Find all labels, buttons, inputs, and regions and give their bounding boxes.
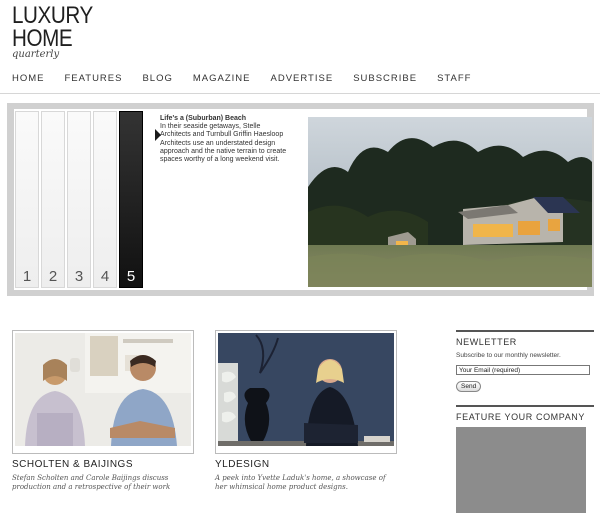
main-nav: HOME FEATURES BLOG MAGAZINE ADVERTISE SU… (12, 73, 491, 84)
card-title[interactable]: SCHOLTEN & BAIJINGS (12, 459, 194, 470)
card-photo[interactable] (215, 330, 397, 454)
feature-company-ad[interactable] (456, 427, 586, 513)
feature-card-yldesign: YLDESIGN A peek into Yvette Laduk's home… (215, 330, 397, 492)
beach-house-photo (308, 117, 592, 287)
slider-tab-2[interactable]: 2 (41, 111, 65, 288)
slider-tab-5-active[interactable]: 5 (119, 111, 143, 288)
scholten-baijings-photo (15, 333, 191, 446)
slider-tab-number: 4 (100, 268, 110, 285)
send-button[interactable]: Send (456, 381, 482, 392)
feature-card-scholten: SCHOLTEN & BAIJINGS Stefan Scholten and … (12, 330, 194, 492)
nav-advertise[interactable]: ADVERTISE (271, 73, 334, 84)
logo-line-2: HOME (12, 25, 73, 52)
slide-description: In their seaside getaways, Stelle Archit… (160, 123, 287, 164)
section-rule (456, 330, 594, 332)
yldesign-photo (218, 333, 394, 446)
slider-tab-number: 3 (74, 268, 84, 285)
nav-subscribe[interactable]: SUBSCRIBE (353, 73, 417, 84)
nav-magazine[interactable]: MAGAZINE (193, 73, 251, 84)
slider-tab-1[interactable]: 1 (15, 111, 39, 288)
nav-staff[interactable]: STAFF (437, 73, 471, 84)
slider-tab-3[interactable]: 3 (67, 111, 91, 288)
card-title[interactable]: YLDESIGN (215, 459, 397, 470)
feature-company-title: FEATURE YOUR COMPANY (456, 412, 586, 422)
card-description: Stefan Scholten and Carole Baijings disc… (12, 474, 171, 491)
featured-slider: 1 2 3 4 5 Life's a (Suburban) Beach In t… (7, 103, 594, 296)
card-description: A peek into Yvette Laduk's home, a showc… (215, 474, 386, 491)
site-logo[interactable]: LUXURY HOME quarterly (12, 2, 106, 61)
logo-line-1: LUXURY (12, 2, 93, 29)
slide-title[interactable]: Life's a (Suburban) Beach (160, 115, 292, 123)
email-input[interactable] (456, 365, 590, 375)
slider-tab-4[interactable]: 4 (93, 111, 117, 288)
newsletter-widget: NEWLETTER Subscribe to our monthly newsl… (456, 330, 594, 393)
section-rule (456, 405, 594, 407)
slider-tab-number: 5 (126, 268, 136, 285)
card-photo[interactable] (12, 330, 194, 454)
nav-features[interactable]: FEATURES (65, 73, 123, 84)
slider-tab-number: 2 (48, 268, 58, 285)
feature-company-widget: FEATURE YOUR COMPANY (456, 405, 594, 513)
slider-panel: 1 2 3 4 5 Life's a (Suburban) Beach In t… (14, 109, 592, 290)
newsletter-title: NEWLETTER (456, 337, 517, 347)
slider-tab-number: 1 (22, 268, 32, 285)
nav-blog[interactable]: BLOG (142, 73, 172, 84)
slide-caption: Life's a (Suburban) Beach In their seasi… (160, 115, 292, 164)
nav-home[interactable]: HOME (12, 73, 45, 84)
slide-photo[interactable] (308, 117, 592, 287)
nav-divider (0, 93, 600, 94)
newsletter-text: Subscribe to our monthly newsletter. (456, 352, 561, 359)
